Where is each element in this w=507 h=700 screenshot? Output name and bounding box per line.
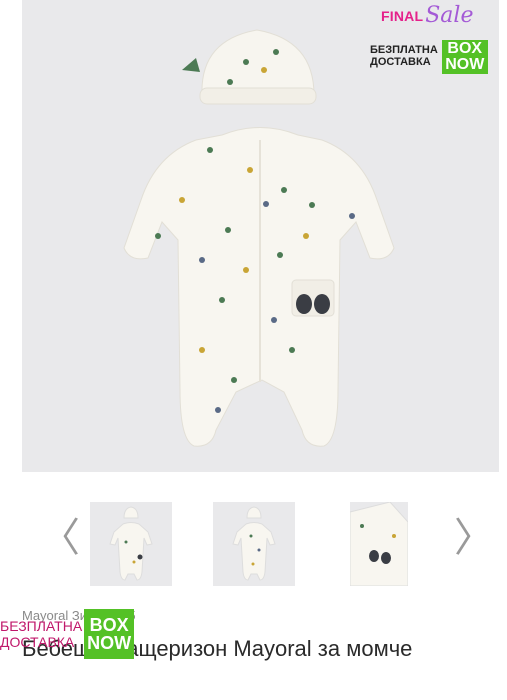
final-sale-badge: FINAL Sale bbox=[381, 0, 485, 32]
free-delivery-badge: БЕЗПЛАТНА ДОСТАВКА BOX NOW bbox=[370, 40, 489, 74]
free-delivery-overlay-line2: ДОСТАВКА bbox=[0, 634, 75, 650]
free-delivery-text: БЕЗПЛАТНА ДОСТАВКА bbox=[370, 45, 438, 68]
thumbnail-carousel: 〈 〉 bbox=[0, 498, 507, 588]
chevron-right-icon[interactable]: 〉 bbox=[454, 518, 494, 558]
thumbnail-romper-back-icon bbox=[232, 506, 276, 581]
box-now-logo-line2: NOW bbox=[445, 56, 485, 73]
box-now-logo-line1: BOX bbox=[447, 40, 483, 57]
free-delivery-line2: ДОСТАВКА bbox=[370, 56, 431, 68]
product-main-image[interactable]: FINAL Sale БЕЗПЛАТНА ДОСТАВКА BOX NOW bbox=[22, 0, 499, 472]
thumbnail-2[interactable] bbox=[213, 502, 295, 586]
free-delivery-overlay-text: БЕЗПЛАТНА ДОСТАВКА bbox=[0, 618, 82, 650]
thumbnail-1[interactable] bbox=[90, 502, 172, 586]
free-delivery-badge-overlay: БЕЗПЛАТНА ДОСТАВКА BOX NOW bbox=[0, 608, 138, 660]
thumbnail-detail-icon bbox=[350, 502, 408, 586]
box-now-logo: BOX NOW bbox=[441, 40, 488, 74]
thumbnail-3[interactable] bbox=[350, 502, 408, 586]
box-now-overlay-line2: NOW bbox=[87, 633, 132, 653]
final-label: FINAL bbox=[381, 8, 424, 24]
sale-label: Sale bbox=[425, 3, 474, 28]
box-now-logo-overlay: BOX NOW bbox=[84, 609, 135, 659]
chevron-left-icon[interactable]: 〈 bbox=[40, 518, 80, 558]
thumbnail-romper-icon bbox=[109, 506, 153, 581]
free-delivery-overlay-line1: БЕЗПЛАТНА bbox=[0, 617, 83, 634]
box-now-overlay-line1: BOX bbox=[89, 615, 129, 635]
